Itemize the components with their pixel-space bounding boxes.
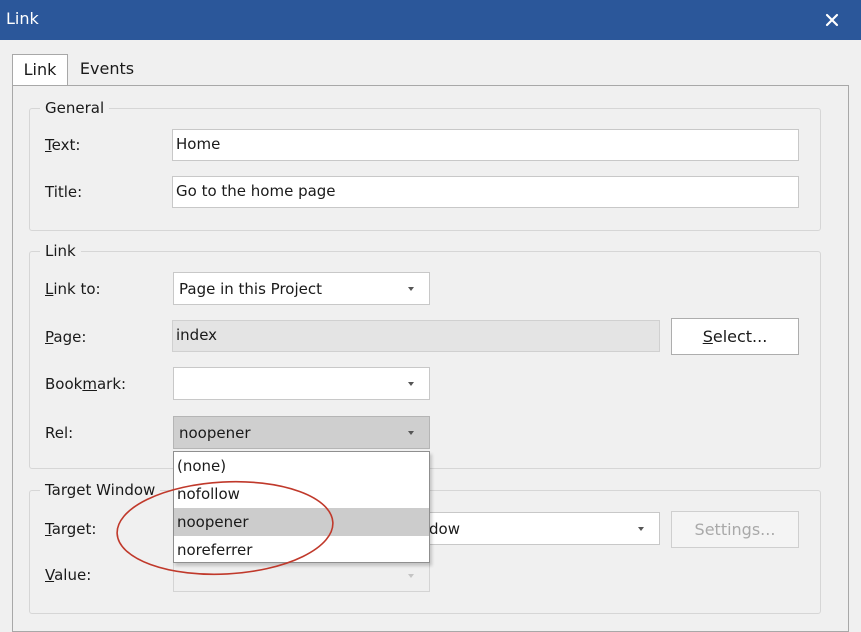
rel-option-none[interactable]: (none) [174, 452, 429, 480]
link-to-label: Link to: [45, 280, 101, 298]
title-input[interactable]: Go to the home page [172, 176, 799, 208]
bookmark-label: Bookmark: [45, 375, 127, 393]
chevron-down-icon [408, 287, 414, 291]
general-legend: General [40, 99, 110, 117]
rel-option-noreferrer[interactable]: noreferrer [174, 536, 429, 564]
rel-label: Rel: [45, 424, 74, 442]
select-button[interactable]: Select... [671, 318, 799, 355]
general-group: General [29, 99, 821, 231]
target-label: Target: [45, 520, 97, 538]
chevron-down-icon [408, 431, 414, 435]
rel-option-noopener[interactable]: noopener [174, 508, 429, 536]
text-label: Text: [45, 136, 81, 154]
settings-button[interactable]: Settings... [671, 511, 799, 548]
link-to-value: Page in this Project [179, 280, 322, 298]
link-legend: Link [40, 242, 81, 260]
link-to-select[interactable]: Page in this Project [173, 272, 430, 305]
chevron-down-icon [408, 574, 414, 578]
text-input[interactable]: Home [172, 129, 799, 161]
tab-link[interactable]: Link [12, 54, 68, 85]
rel-dropdown-list: (none) nofollow noopener noreferrer [173, 451, 430, 563]
bookmark-select[interactable] [173, 367, 430, 400]
chevron-down-icon [408, 382, 414, 386]
rel-select[interactable]: noopener [173, 416, 430, 449]
chevron-down-icon [638, 527, 644, 531]
value-label: Value: [45, 566, 92, 584]
close-icon [825, 13, 839, 27]
page-label: Page: [45, 328, 87, 346]
rel-option-nofollow[interactable]: nofollow [174, 480, 429, 508]
page-field: index [172, 320, 660, 352]
close-button[interactable] [803, 0, 861, 40]
tab-events[interactable]: Events [72, 54, 142, 84]
window-title: Link [6, 9, 39, 28]
target-value: dow [429, 520, 460, 538]
target-window-legend: Target Window [40, 481, 161, 499]
title-label: Title: [45, 183, 83, 201]
title-bar: Link [0, 0, 861, 40]
rel-value: noopener [179, 424, 251, 442]
